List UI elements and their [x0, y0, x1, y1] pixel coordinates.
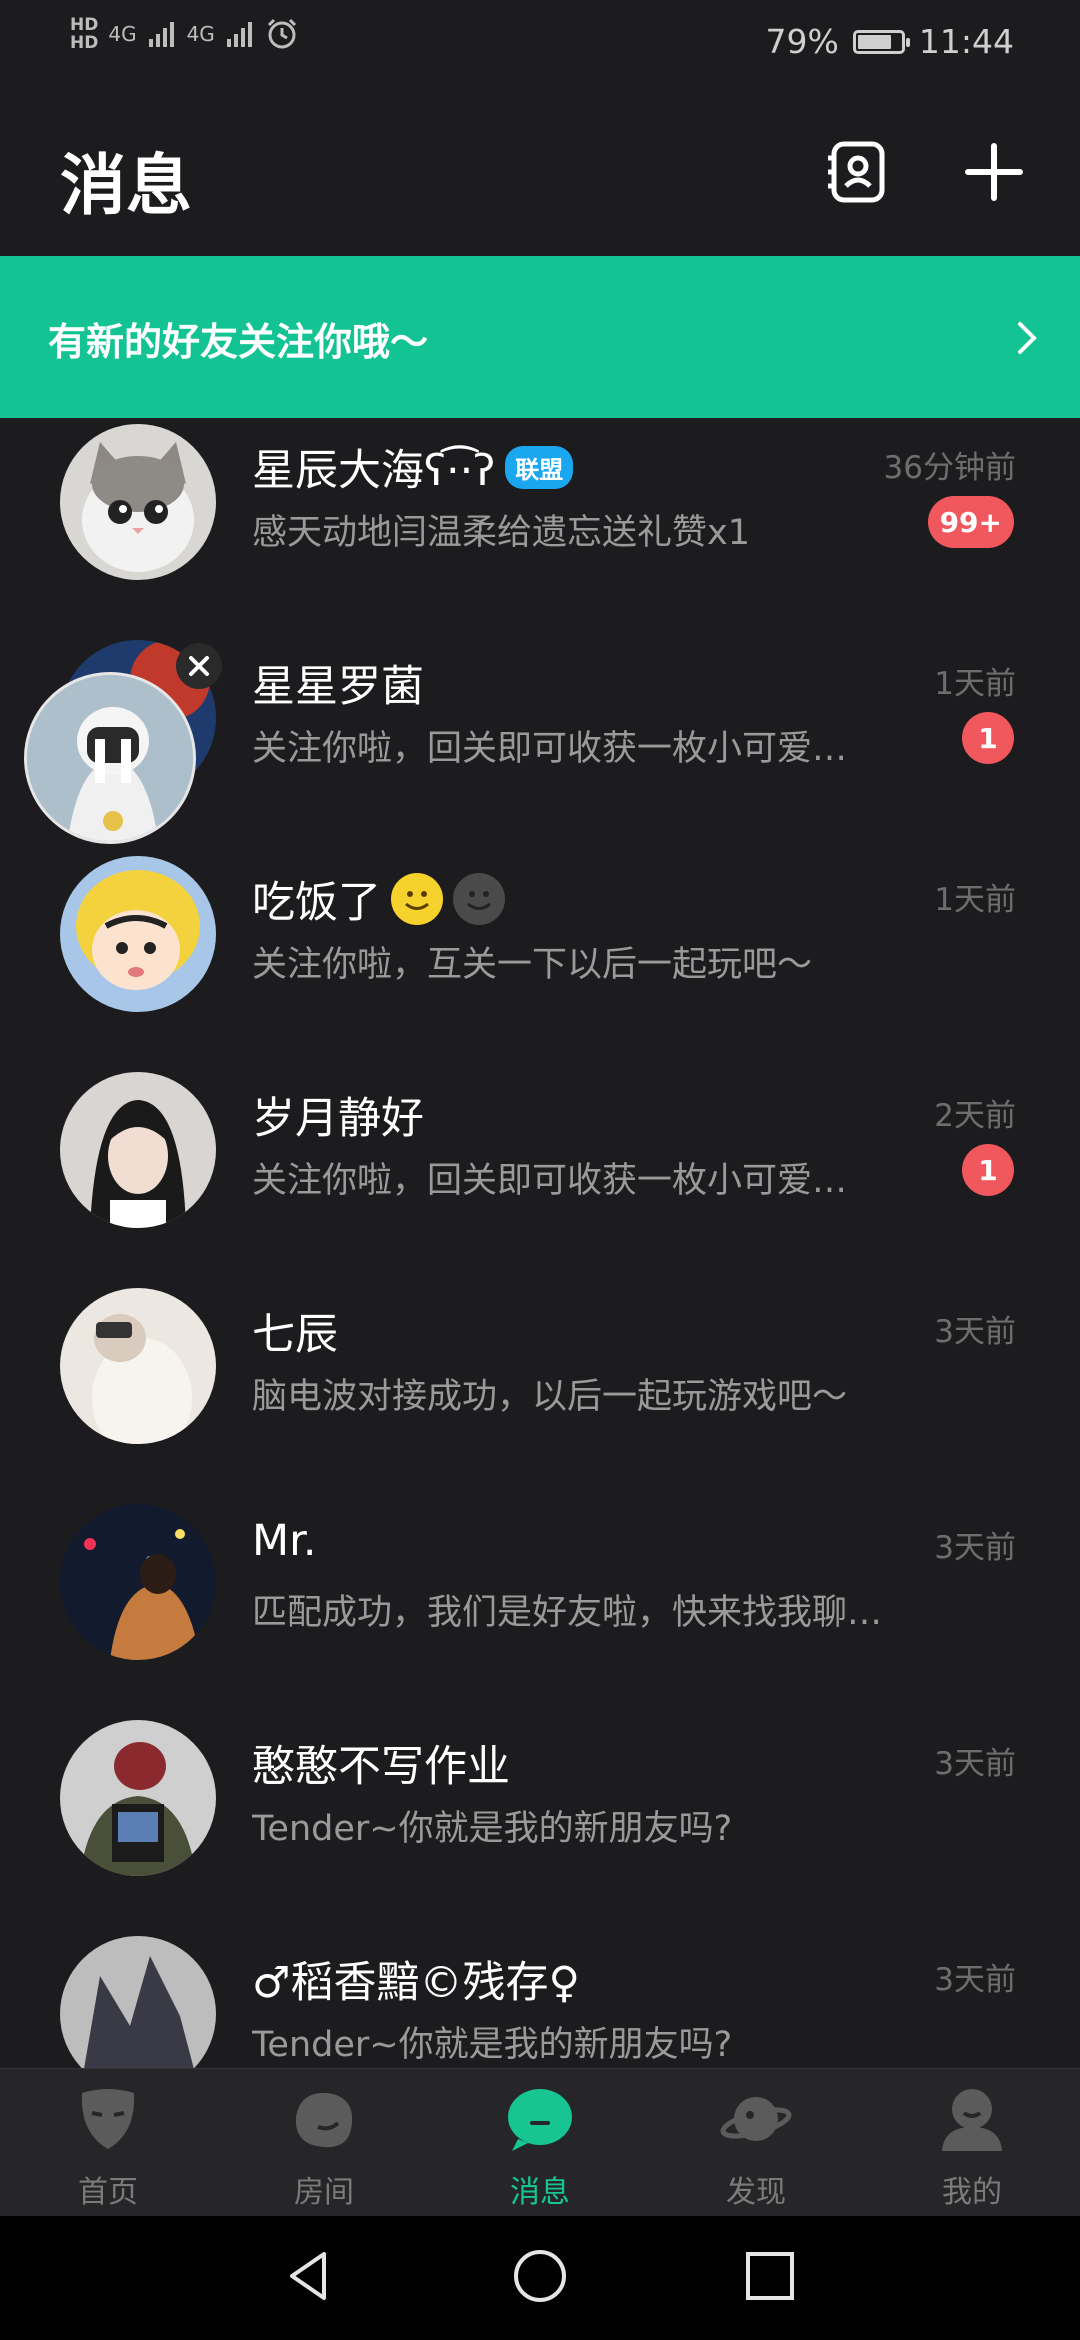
conversation-item[interactable]: ♂稻香黯©残存♀ Tender~你就是我的新朋友吗? 3天前 [0, 1936, 1080, 2068]
home-button[interactable] [510, 2246, 570, 2306]
message-preview: 脑电波对接成功，以后一起玩游戏吧～ [252, 1377, 848, 1417]
unread-badge: 1 [962, 712, 1014, 764]
alliance-tag: 联盟 [505, 445, 574, 489]
message-preview: 关注你啦，互关一下以后一起玩吧～ [252, 945, 813, 985]
conversation-item[interactable]: 七辰 脑电波对接成功，以后一起玩游戏吧～ 3天前 [0, 1288, 1080, 1504]
message-preview: 感天动地闫温柔给遗忘送礼赞x1 [252, 513, 750, 553]
conversation-item[interactable]: 岁月静好 关注你啦，回关即可收获一枚小可爱… 2天前 1 [0, 1072, 1080, 1288]
conversation-item[interactable]: Mr. 匹配成功，我们是好友啦，快来找我聊… 3天前 [0, 1504, 1080, 1720]
hd-indicators: HD HD [70, 16, 98, 52]
add-icon [965, 143, 1023, 201]
timestamp: 1天前 [934, 666, 1016, 702]
planet-icon [720, 2097, 792, 2141]
tab-label: 房间 [294, 2175, 354, 2210]
avatar [60, 1504, 216, 1660]
timestamp: 3天前 [934, 1962, 1016, 1998]
conversation-item[interactable]: 星辰大海ʕ·͡·ʔ 联盟 感天动地闫温柔给遗忘送礼赞x1 36分钟前 99+ [0, 424, 1080, 640]
timestamp: 3天前 [934, 1530, 1016, 1566]
network-label-2: 4G [186, 22, 215, 46]
contact-name: 七辰 [252, 1310, 338, 1360]
message-preview: Tender~你就是我的新朋友吗? [252, 2025, 733, 2065]
clock: 11:44 [918, 22, 1014, 61]
signal-icon [226, 22, 252, 47]
unread-badge: 99+ [927, 496, 1014, 548]
message-preview: 匹配成功，我们是好友啦，快来找我聊… [252, 1593, 883, 1633]
contact-name: ♂稻香黯©残存♀ [252, 1958, 581, 2008]
pause-icon[interactable] [27, 675, 196, 844]
avatar [60, 856, 216, 1012]
avatar [60, 424, 216, 580]
dark-smile-emoji-icon [453, 873, 505, 925]
avatar [60, 1072, 216, 1228]
page-title: 消息 [60, 147, 192, 224]
alarm-icon [267, 18, 296, 49]
profile-icon [942, 2089, 1002, 2151]
message-icon [508, 2089, 572, 2151]
battery-icon [852, 29, 910, 54]
conversation-item[interactable]: 憨憨不写作业 Tender~你就是我的新朋友吗? 3天前 [0, 1720, 1080, 1936]
banner-text: 有新的好友关注你哦～ [48, 320, 429, 364]
new-follower-banner[interactable]: 有新的好友关注你哦～ [0, 256, 1080, 418]
avatar [60, 1936, 216, 2068]
hd1-label: HD [70, 15, 99, 35]
network-label-1: 4G [108, 22, 137, 46]
contact-name: 岁月静好 [252, 1094, 424, 1144]
unread-badge: 1 [962, 1144, 1014, 1196]
system-nav-bar [0, 2216, 1080, 2340]
tab-label: 发现 [726, 2175, 786, 2210]
room-icon [295, 2092, 353, 2148]
home-circle-icon [514, 2250, 566, 2302]
battery-percent: 79% [765, 22, 839, 61]
smile-emoji-icon [391, 873, 443, 925]
tab-home[interactable]: 首页 [0, 2069, 216, 2217]
add-button[interactable] [960, 138, 1028, 206]
contact-name: 星辰大海ʕ·͡·ʔ 联盟 [252, 436, 574, 498]
timestamp: 3天前 [934, 1746, 1016, 1782]
timestamp: 2天前 [934, 1098, 1016, 1134]
message-preview: Tender~你就是我的新朋友吗? [252, 1809, 733, 1849]
close-floating-player-button[interactable] [176, 643, 222, 689]
contact-name: 星星罗菌 [252, 662, 424, 712]
contact-name: Mr. [252, 1516, 317, 1566]
contacts-icon [828, 141, 885, 203]
timestamp: 1天前 [934, 882, 1016, 918]
tab-label: 我的 [942, 2175, 1002, 2210]
contact-name: 吃饭了 [252, 868, 505, 930]
chevron-right-icon [1018, 322, 1037, 354]
contact-name: 憨憨不写作业 [252, 1742, 510, 1792]
tab-discover[interactable]: 发现 [648, 2069, 864, 2217]
header: 消息 [0, 90, 1080, 256]
floating-room-player[interactable] [24, 672, 196, 844]
tab-profile[interactable]: 我的 [864, 2069, 1080, 2217]
back-triangle-icon [290, 2252, 326, 2300]
avatar [60, 1720, 216, 1876]
avatar [60, 1288, 216, 1444]
tab-label: 消息 [510, 2175, 570, 2210]
status-bar: HD HD 4G 4G 79% 11:44 [0, 0, 1080, 90]
timestamp: 3天前 [934, 1314, 1016, 1350]
recents-button[interactable] [740, 2246, 800, 2306]
conversation-item[interactable]: 吃饭了 关注你啦，互关一下以后一起玩吧～ 1天前 [0, 856, 1080, 1072]
bottom-tab-bar: 首页 房间 消息 发现 我的 [0, 2068, 1080, 2217]
message-preview: 关注你啦，回关即可收获一枚小可爱… [252, 729, 848, 769]
tab-room[interactable]: 房间 [216, 2069, 432, 2217]
hd2-label: HD [70, 33, 99, 53]
tab-label: 首页 [78, 2175, 138, 2210]
mask-icon [81, 2089, 135, 2149]
recents-square-icon [746, 2252, 794, 2300]
close-icon [189, 656, 209, 676]
contacts-button[interactable] [826, 140, 890, 204]
tab-messages[interactable]: 消息 [432, 2069, 648, 2217]
back-button[interactable] [280, 2246, 340, 2306]
signal-icon [148, 22, 174, 47]
message-preview: 关注你啦，回关即可收获一枚小可爱… [252, 1161, 848, 1201]
conversation-list[interactable]: 星辰大海ʕ·͡·ʔ 联盟 感天动地闫温柔给遗忘送礼赞x1 36分钟前 99+ 星… [0, 418, 1080, 2068]
timestamp: 36分钟前 [883, 450, 1016, 486]
